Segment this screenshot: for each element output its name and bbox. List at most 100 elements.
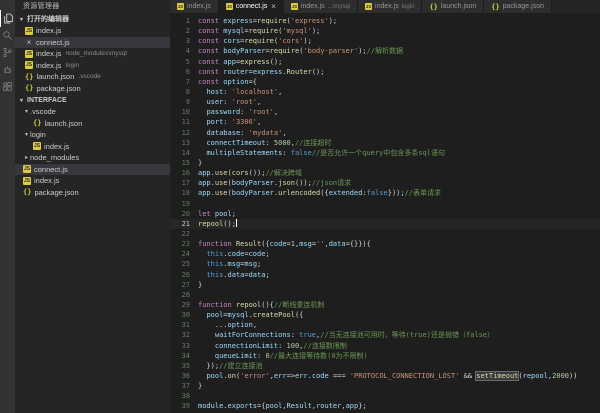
code-line-text: } [198,158,203,167]
code-line-5[interactable]: 5 const app=express(); [170,57,600,67]
close-icon[interactable]: × [271,2,276,11]
source-control-icon[interactable] [0,44,15,61]
code-line-35[interactable]: 35 });//建立连接池 [170,361,600,371]
code-line-8[interactable]: 8 host: 'localhost', [170,87,600,97]
js-file-icon: JS [225,3,233,10]
tree-header[interactable]: ▾ INTERFACE [15,94,170,106]
code-line-14[interactable]: 14 multipleStatements: false//是否允许一个quer… [170,148,600,158]
code-line-23[interactable]: 23 function Result({code=1,msg='',data={}… [170,239,600,249]
code-line-4[interactable]: 4 const bodyParser=require('body-parser')… [170,46,600,56]
code-line-text: repool(); [198,218,237,228]
code-line-text: host: 'localhost', [206,87,283,96]
code-line-25[interactable]: 25 this.msg=msg; [170,259,600,269]
code-line-text: function repool(){//断线重连机制 [198,300,325,309]
code-line-text: const mysql=require('mysql'); [198,27,321,36]
chevron-down-icon: ▾ [19,97,23,104]
code-line-2[interactable]: 2 const mysql=require('mysql'); [170,26,600,36]
line-number: 38 [181,392,190,401]
code-line-text: database: 'mydata', [206,128,287,137]
open-editor-launch.json[interactable]: {} launch.json .vscode [15,71,170,83]
tab-index.js[interactable]: JS index.js login [358,0,423,13]
tab-index.js[interactable]: JS index.js [170,0,219,13]
code-line-26[interactable]: 26 this.data=data; [170,270,600,280]
code-line-29[interactable]: 29 function repool(){//断线重连机制 [170,300,600,310]
line-number: 11 [181,118,190,127]
code-line-21[interactable]: 21 repool(); [170,218,600,229]
open-editors-header[interactable]: ▾ 打开的编辑器 [15,13,170,25]
code-line-text: } [198,382,203,391]
code-line-text: queueLimit: 0//最大连接等待数(0为不限制) [214,351,368,360]
code-line-38[interactable]: 38 [170,391,600,401]
tab-path-desc: login [401,3,415,10]
code-line-31[interactable]: 31 ...option, [170,320,600,330]
code-line-24[interactable]: 24 this.code=code; [170,249,600,259]
tab-index.js[interactable]: JS index.js ...\mysql [283,0,359,13]
open-editors-list: JS index.js × connect.js JS index.js node_modu… [15,25,170,94]
json-file-icon: {} [33,119,42,128]
open-editor-index.js[interactable]: JS index.js [15,25,170,37]
code-line-20[interactable]: 20 let pool; [170,209,600,219]
search-icon[interactable] [0,27,15,44]
open-editor-connect.js[interactable]: × connect.js [15,36,170,48]
file-label: launch.json [44,118,83,128]
tab-path-desc: ...\mysql [327,3,351,10]
tree-item-.vscode[interactable]: ▾ .vscode [15,106,170,118]
code-line-6[interactable]: 6 const router=express.Router(); [170,67,600,77]
code-line-30[interactable]: 30 pool=mysql.createPool({ [170,310,600,320]
code-line-7[interactable]: 7 const option={ [170,77,600,87]
line-number: 15 [181,158,190,167]
code-line-33[interactable]: 33 connectionLimit: 100,//连接数限制 [170,341,600,351]
code-area[interactable]: 1 const express=require('express'); 2 const… [170,13,600,413]
code-line-28[interactable]: 28 [170,290,600,300]
code-line-9[interactable]: 9 user: 'root', [170,97,600,107]
extensions-icon[interactable] [0,78,15,95]
code-line-34[interactable]: 34 queueLimit: 0//最大连接等待数(0为不限制) [170,351,600,361]
code-line-3[interactable]: 3 const cors=require('cors'); [170,36,600,46]
line-number: 13 [181,138,190,147]
tree-item-login[interactable]: ▾ login [15,129,170,141]
tab-launch.json[interactable]: {} launch.json [422,0,485,13]
open-editor-index.js[interactable]: JS index.js login [15,60,170,72]
explorer-icon[interactable] [0,10,15,27]
code-line-13[interactable]: 13 connectTimeout: 5000,//连接超时 [170,138,600,148]
tree-item-launch.json[interactable]: {} launch.json [15,118,170,130]
code-line-15[interactable]: 15} [170,158,600,168]
code-line-16[interactable]: 16 app.use(cors());//解决跨域 [170,168,600,178]
code-line-36[interactable]: 36 pool.on('error',err=>err.code === 'PR… [170,370,600,381]
tree-item-node_modules[interactable]: ▸ node_modules [15,152,170,164]
code-line-text: pool.on('error',err=>err.code === 'PROTO… [206,370,578,381]
tree-item-package.json[interactable]: {} package.json [15,187,170,199]
tab-label: launch.json [440,3,477,10]
open-editor-package.json[interactable]: {} package.json [15,83,170,95]
open-editor-index.js[interactable]: JS index.js node_modules\mysql [15,48,170,60]
code-line-12[interactable]: 12 database: 'mydata', [170,128,600,138]
js-file-icon: JS [25,61,33,70]
debug-icon[interactable] [0,61,15,78]
file-path-desc: login [65,61,80,69]
code-line-27[interactable]: 27} [170,280,600,290]
line-number: 18 [181,189,190,198]
code-line-17[interactable]: 17 app.use(bodyParser.json());//json请求 [170,178,600,188]
code-line-39[interactable]: 39 module.exports={pool,Result,router,app… [170,401,600,411]
line-number: 28 [181,290,190,299]
code-line-11[interactable]: 11 port: '3306', [170,117,600,127]
code-line-19[interactable]: 19 [170,199,600,209]
code-line-37[interactable]: 37} [170,381,600,391]
tab-label: index.js [375,3,399,10]
line-number: 24 [181,250,190,259]
code-line-10[interactable]: 10 password: 'root', [170,107,600,117]
tab-connect.js[interactable]: JS connect.js × [218,0,284,13]
tree-item-index.js[interactable]: JS index.js [15,175,170,187]
close-icon[interactable]: × [25,38,33,47]
tree-item-index.js[interactable]: JS index.js [15,141,170,153]
code-line-22[interactable]: 22 [170,229,600,239]
code-line-text: this.code=code; [206,250,270,259]
code-line-1[interactable]: 1 const express=require('express'); [170,16,600,26]
code-line-18[interactable]: 18 app.use(bodyParser.urlencoded({extende… [170,188,600,198]
js-file-icon: JS [365,3,373,10]
tree-item-connect.js[interactable]: JS connect.js [15,163,170,175]
tab-package.json[interactable]: {} package.json [484,0,552,13]
code-line-32[interactable]: 32 waitForConnections: true,//当无连接池可用时，等… [170,330,600,340]
